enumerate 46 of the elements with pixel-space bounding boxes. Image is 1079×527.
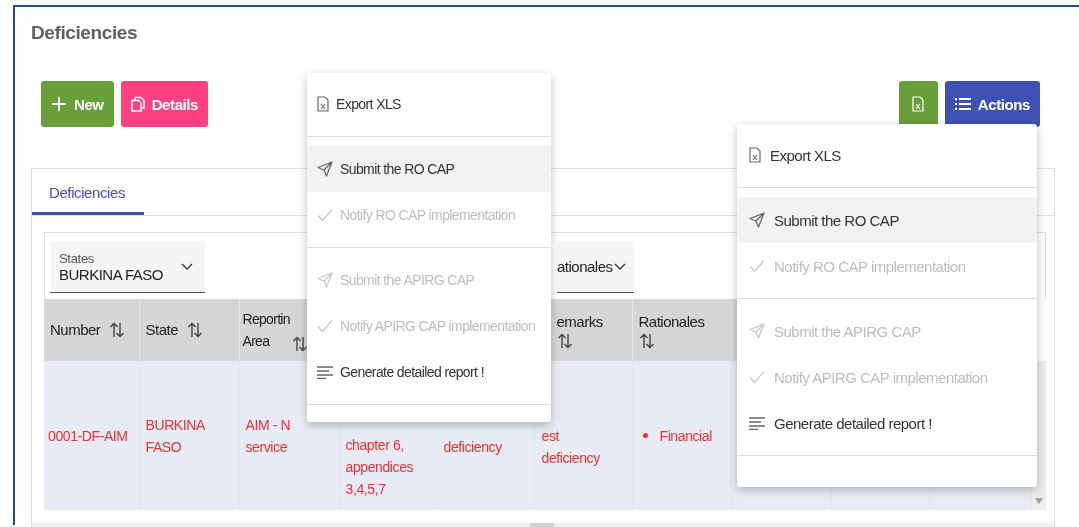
send-icon bbox=[749, 323, 765, 339]
tab[interactable]: Deficiencies bbox=[32, 169, 144, 215]
select-field[interactable]: States BURKINA FASO bbox=[50, 241, 205, 293]
export-excel-button[interactable] bbox=[898, 81, 938, 127]
check-icon bbox=[317, 208, 333, 222]
spreadsheet-file-icon bbox=[912, 96, 925, 112]
check-icon bbox=[749, 259, 765, 273]
spreadsheet-file-icon bbox=[317, 96, 329, 112]
bullet-icon bbox=[642, 433, 648, 438]
chevron-down-icon bbox=[614, 262, 626, 271]
sort-icon[interactable] bbox=[638, 333, 655, 349]
table-cell: deficiency bbox=[443, 438, 502, 455]
table-cell: 0001-DF-AIM bbox=[48, 427, 128, 444]
table-cell: BURKINA FASO bbox=[145, 416, 205, 455]
check-icon bbox=[317, 319, 333, 333]
copy-icon bbox=[130, 96, 145, 112]
table-cell: est deficiency bbox=[541, 427, 600, 466]
text-lines-icon bbox=[317, 365, 333, 379]
actions-button[interactable]: Actions bbox=[944, 81, 1040, 127]
menu-item[interactable]: Submit the RO CAP bbox=[307, 146, 551, 192]
column-header[interactable]: emarks bbox=[556, 311, 603, 333]
table-cell: AIM - N service bbox=[245, 416, 291, 455]
table-cell: chapter 6, appendices 3,4,5,7 bbox=[345, 436, 414, 497]
sort-icon[interactable] bbox=[291, 336, 308, 352]
sort-icon[interactable] bbox=[556, 333, 573, 349]
table-cell-text: Financial bbox=[659, 426, 712, 446]
sort-icon[interactable] bbox=[109, 322, 126, 338]
column-header[interactable]: State bbox=[145, 319, 179, 341]
menu-item[interactable]: Export XLS bbox=[307, 81, 551, 127]
spreadsheet-file-icon bbox=[749, 147, 761, 163]
menu-item[interactable]: Generate detailed report ! bbox=[737, 400, 1037, 446]
send-icon bbox=[317, 161, 333, 177]
list-icon bbox=[954, 97, 971, 111]
send-icon bbox=[749, 212, 765, 228]
page-title: Deficiencies bbox=[31, 21, 138, 44]
menu-item[interactable]: Submit the RO CAP bbox=[737, 197, 1037, 243]
plus-icon bbox=[51, 96, 67, 112]
menu-item[interactable]: Export XLS bbox=[737, 132, 1037, 178]
check-icon bbox=[749, 370, 765, 384]
text-lines-icon bbox=[749, 416, 765, 430]
menu-item[interactable]: Generate detailed report ! bbox=[307, 349, 551, 395]
chevron-down-icon bbox=[181, 262, 193, 271]
send-icon bbox=[317, 272, 333, 288]
select-field[interactable]: ationales bbox=[557, 241, 634, 293]
column-header[interactable]: Number bbox=[50, 319, 101, 341]
sort-icon[interactable] bbox=[187, 322, 204, 338]
